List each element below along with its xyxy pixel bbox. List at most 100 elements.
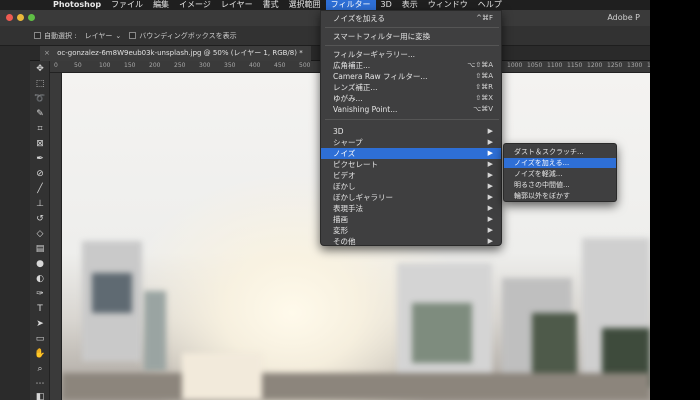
menu-help[interactable]: ヘルプ — [473, 0, 507, 10]
auto-select-value: レイヤー — [84, 31, 113, 40]
menu-item-pixelate[interactable]: ピクセレート ▶ — [321, 159, 501, 170]
menu-item-last-filter[interactable]: ノイズを加える ^⌘F — [321, 13, 501, 24]
bbox-label: バウンディングボックスを表示 — [139, 31, 237, 40]
brush-tool-icon[interactable]: ╱ — [32, 183, 48, 196]
zoom-tool-icon[interactable]: ⌕ — [32, 363, 48, 376]
menu-item-3d[interactable]: 3D ▶ — [321, 126, 501, 137]
menu-item-adaptive-wide-angle[interactable]: 広角補正... ⌥⇧⌘A — [321, 60, 501, 71]
marquee-tool-icon[interactable]: ⬚ — [32, 78, 48, 91]
document-tab[interactable]: × oc-gonzalez-6m8W9eub03k-unsplash.jpg @… — [40, 46, 311, 61]
path-selection-tool-icon[interactable]: ➤ — [32, 318, 48, 331]
menu-item-sharpen[interactable]: シャープ ▶ — [321, 137, 501, 148]
healing-brush-tool-icon[interactable]: ⊘ — [32, 168, 48, 181]
move-tool-icon[interactable]: ✥ — [32, 63, 48, 76]
auto-select-option[interactable]: 自動選択 : — [34, 31, 77, 41]
menu-item-video[interactable]: ビデオ ▶ — [321, 170, 501, 181]
type-tool-icon[interactable]: T — [32, 303, 48, 316]
close-window-button[interactable] — [6, 14, 13, 21]
submenu-arrow-icon: ▶ — [487, 160, 493, 168]
submenu-arrow-icon: ▶ — [487, 149, 493, 157]
menu-item-stylize[interactable]: 表現手法 ▶ — [321, 203, 501, 214]
pen-tool-icon[interactable]: ✑ — [32, 288, 48, 301]
submenu-arrow-icon: ▶ — [487, 237, 493, 245]
menu-item-other[interactable]: その他 ▶ — [321, 236, 501, 247]
menu-3d[interactable]: 3D — [376, 0, 397, 10]
menu-image[interactable]: イメージ — [174, 0, 216, 10]
magic-wand-tool-icon[interactable]: ✎ — [32, 108, 48, 121]
more-tools-icon[interactable]: ⋯ — [32, 378, 48, 391]
lasso-tool-icon[interactable]: ➰ — [32, 93, 48, 106]
eraser-tool-icon[interactable]: ◇ — [32, 228, 48, 241]
menu-item-noise[interactable]: ノイズ ▶ — [321, 148, 501, 159]
eyedropper-tool-icon[interactable]: ✒ — [32, 153, 48, 166]
ruler-tick: 350 — [224, 62, 236, 69]
gradient-tool-icon[interactable]: ▤ — [32, 243, 48, 256]
menu-item-camera-raw[interactable]: Camera Raw フィルター... ⇧⌘A — [321, 71, 501, 82]
crop-tool-icon[interactable]: ⌗ — [32, 123, 48, 136]
menu-layer[interactable]: レイヤー — [216, 0, 258, 10]
blur-tool-icon[interactable]: ● — [32, 258, 48, 271]
menu-item-label: ノイズ — [333, 149, 356, 158]
ruler-tick: 450 — [274, 62, 286, 69]
bbox-checkbox[interactable] — [129, 32, 137, 39]
canvas-building — [144, 291, 166, 371]
menu-view[interactable]: 表示 — [397, 0, 423, 10]
menu-file[interactable]: ファイル — [106, 0, 148, 10]
submenu-arrow-icon: ▶ — [487, 215, 493, 223]
history-brush-tool-icon[interactable]: ↺ — [32, 213, 48, 226]
menu-select[interactable]: 選択範囲 — [284, 0, 326, 10]
menu-app-photoshop[interactable]: Photoshop — [48, 0, 106, 10]
ruler-tick: 1350 — [647, 62, 650, 69]
menu-item-label: 広角補正... — [333, 61, 371, 70]
ruler-tick: 1300 — [627, 62, 643, 69]
menu-item-liquify[interactable]: ゆがみ... ⇧⌘X — [321, 93, 501, 104]
rectangle-tool-icon[interactable]: ▭ — [32, 333, 48, 346]
auto-select-checkbox[interactable] — [34, 32, 41, 39]
submenu-arrow-icon: ▶ — [487, 193, 493, 201]
menu-item-lens-correction[interactable]: レンズ補正... ⇧⌘R — [321, 82, 501, 93]
menu-item-distort[interactable]: 変形 ▶ — [321, 225, 501, 236]
menu-window[interactable]: ウィンドウ — [423, 0, 473, 10]
menu-separator — [325, 45, 499, 46]
ruler-tick: 1150 — [567, 62, 583, 69]
menu-item-label: レンズ補正... — [333, 83, 378, 92]
menu-item-blur-gallery[interactable]: ぼかしギャラリー ▶ — [321, 192, 501, 203]
menu-item-convert-smart-filter[interactable]: スマートフィルター用に変換 — [321, 31, 501, 42]
auto-select-dropdown[interactable]: レイヤー ⌄ — [85, 31, 122, 41]
submenu-item-reduce-noise[interactable]: ノイズを軽減... — [504, 169, 616, 179]
submenu-item-add-noise[interactable]: ノイズを加える... — [504, 158, 616, 168]
menu-item-shortcut: ⇧⌘X — [475, 94, 493, 102]
menu-item-label: 表現手法 — [333, 204, 363, 213]
menu-separator — [325, 27, 499, 28]
menu-type[interactable]: 書式 — [258, 0, 284, 10]
noise-submenu: ダスト＆スクラッチ... ノイズを加える... ノイズを軽減... 明るさの中間… — [503, 143, 617, 202]
menu-item-render[interactable]: 描画 ▶ — [321, 214, 501, 225]
menu-item-vanishing-point[interactable]: Vanishing Point... ⌥⌘V — [321, 104, 501, 115]
ruler-tick: 1250 — [607, 62, 623, 69]
minimize-window-button[interactable] — [17, 14, 24, 21]
menu-filter[interactable]: フィルター — [325, 0, 376, 10]
submenu-arrow-icon: ▶ — [487, 226, 493, 234]
menu-item-label: 描画 — [333, 215, 348, 224]
menu-item-label: ぼかし — [333, 182, 356, 191]
menu-item-filter-gallery[interactable]: フィルターギャラリー... — [321, 49, 501, 60]
dodge-tool-icon[interactable]: ◐ — [32, 273, 48, 286]
bbox-option[interactable]: バウンディングボックスを表示 — [129, 31, 237, 41]
submenu-item-dust-scratches[interactable]: ダスト＆スクラッチ... — [504, 147, 616, 157]
traffic-lights — [6, 14, 35, 21]
clone-stamp-tool-icon[interactable]: ⊥ — [32, 198, 48, 211]
frame-tool-icon[interactable]: ⊠ — [32, 138, 48, 151]
menu-item-blur[interactable]: ぼかし ▶ — [321, 181, 501, 192]
close-tab-icon[interactable]: × — [44, 49, 50, 57]
ruler-tick: 1050 — [527, 62, 543, 69]
canvas-sunlight — [182, 353, 262, 400]
menu-item-label: フィルターギャラリー... — [333, 50, 416, 59]
menu-item-label: 変形 — [333, 226, 348, 235]
submenu-item-median[interactable]: 明るさの中間値... — [504, 180, 616, 190]
submenu-item-despeckle[interactable]: 輪郭以外をぼかす — [504, 191, 616, 201]
hand-tool-icon[interactable]: ✋ — [32, 348, 48, 361]
menu-edit[interactable]: 編集 — [148, 0, 174, 10]
submenu-arrow-icon: ▶ — [487, 127, 493, 135]
zoom-window-button[interactable] — [28, 14, 35, 21]
color-swatches-icon[interactable]: ◧ — [32, 391, 48, 400]
